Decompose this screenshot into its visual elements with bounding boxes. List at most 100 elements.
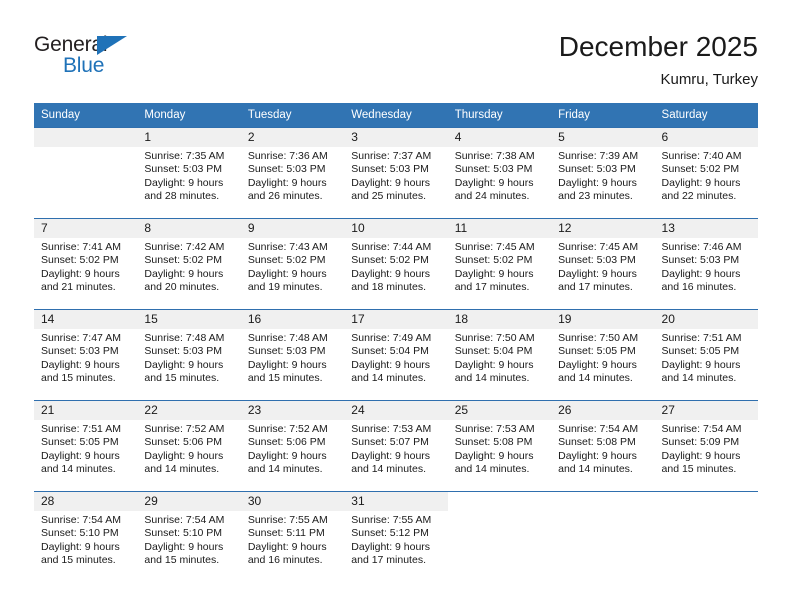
daylight-text-line1: Daylight: 9 hours — [558, 176, 637, 189]
sunset-text: Sunset: 5:06 PM — [247, 436, 326, 449]
sunset-text: Sunset: 5:03 PM — [41, 345, 119, 358]
day-cell-31[interactable]: 31 Sunrise: 7:55 AM Sunset: 5:12 PM Dayligh… — [344, 491, 448, 582]
day-details: Sunrise: 7:38 AM Sunset: 5:03 PM Daylight:… — [448, 147, 551, 204]
day-cell-8[interactable]: 8 Sunrise: 7:42 AM Sunset: 5:02 PM Daylight… — [137, 218, 241, 310]
sunset-text: Sunset: 5:02 PM — [144, 254, 223, 267]
daylight-text-line1: Daylight: 9 hours — [351, 267, 431, 280]
sunrise-text: Sunrise: 7:35 AM — [144, 150, 225, 162]
sunrise-text: Sunrise: 7:52 AM — [144, 423, 225, 435]
day-cell-22[interactable]: 22 Sunrise: 7:52 AM Sunset: 5:06 PM Dayligh… — [137, 400, 241, 492]
day-cell-12[interactable]: 12 Sunrise: 7:45 AM Sunset: 5:03 PM Dayligh… — [551, 218, 655, 310]
day-cell-16[interactable]: 16 Sunrise: 7:48 AM Sunset: 5:03 PM Dayligh… — [240, 309, 345, 401]
general-blue-logo[interactable]: General Blue — [34, 34, 234, 92]
sunset-text: Sunset: 5:10 PM — [41, 527, 119, 540]
daylight-text-line2: and 26 minutes. — [247, 190, 323, 203]
sunrise-text: Sunrise: 7:36 AM — [247, 150, 328, 162]
day-cell-inner: 13 Sunrise: 7:46 AM Sunset: 5:03 PM Dayligh… — [654, 219, 758, 309]
day-cell-28[interactable]: 28 Sunrise: 7:54 AM Sunset: 5:10 PM Dayligh… — [34, 491, 138, 582]
day-cell-empty — [551, 491, 655, 582]
calendar-grid: Sunday Monday Tuesday Wednesday Thursday Frid… — [34, 103, 758, 582]
day-cell-inner: 27 Sunrise: 7:54 AM Sunset: 5:09 PM Dayligh… — [654, 401, 758, 491]
daylight-text-line1: Daylight: 9 hours — [144, 267, 224, 280]
sunset-text: Sunset: 5:02 PM — [661, 163, 740, 176]
day-cell-14[interactable]: 14 Sunrise: 7:47 AM Sunset: 5:03 PM Dayligh… — [34, 309, 138, 401]
daylight-text-line1: Daylight: 9 hours — [144, 449, 224, 462]
day-cell-27[interactable]: 27 Sunrise: 7:54 AM Sunset: 5:09 PM Dayligh… — [654, 400, 758, 492]
sunrise-text: Sunrise: 7:48 AM — [144, 332, 225, 344]
day-details: Sunrise: 7:52 AM Sunset: 5:06 PM Daylight:… — [137, 420, 240, 477]
day-number: 9 — [240, 219, 345, 238]
daylight-text-line2: and 14 minutes. — [558, 372, 633, 385]
day-cell-15[interactable]: 15 Sunrise: 7:48 AM Sunset: 5:03 PM Dayligh… — [137, 309, 241, 401]
sunset-text: Sunset: 5:02 PM — [351, 254, 429, 267]
daylight-text-line2: and 14 minutes. — [558, 463, 633, 476]
daylight-text-line1: Daylight: 9 hours — [558, 358, 637, 371]
sunset-text: Sunset: 5:03 PM — [661, 254, 740, 267]
sunrise-text: Sunrise: 7:42 AM — [144, 241, 225, 253]
day-cell-inner: 10 Sunrise: 7:44 AM Sunset: 5:02 PM Dayligh… — [344, 219, 448, 309]
sunrise-text: Sunrise: 7:38 AM — [454, 150, 535, 162]
sunset-text: Sunset: 5:03 PM — [144, 163, 223, 176]
daylight-text-line2: and 17 minutes. — [558, 281, 633, 294]
daylight-text-line1: Daylight: 9 hours — [454, 358, 534, 371]
sunset-text: Sunset: 5:03 PM — [351, 163, 429, 176]
day-cell-29[interactable]: 29 Sunrise: 7:54 AM Sunset: 5:10 PM Dayligh… — [137, 491, 241, 582]
calendar-page: General Blue December 2025 Kumru, Turkey… — [0, 0, 792, 612]
daylight-text-line1: Daylight: 9 hours — [351, 540, 431, 553]
sunrise-text: Sunrise: 7:55 AM — [351, 514, 432, 526]
day-cell-11[interactable]: 11 Sunrise: 7:45 AM Sunset: 5:02 PM Dayligh… — [447, 218, 552, 310]
day-cell-9[interactable]: 9 Sunrise: 7:43 AM Sunset: 5:02 PM Daylight… — [240, 218, 345, 310]
weekday-header-monday: Monday — [137, 103, 241, 128]
day-cell-4[interactable]: 4 Sunrise: 7:38 AM Sunset: 5:03 PM Daylight… — [447, 127, 552, 219]
day-cell-3[interactable]: 3 Sunrise: 7:37 AM Sunset: 5:03 PM Daylight… — [344, 127, 448, 219]
calendar-week-row: 1 Sunrise: 7:35 AM Sunset: 5:03 PM Daylight… — [34, 127, 758, 219]
day-cell-26[interactable]: 26 Sunrise: 7:54 AM Sunset: 5:08 PM Dayligh… — [551, 400, 655, 492]
day-cell-10[interactable]: 10 Sunrise: 7:44 AM Sunset: 5:02 PM Dayligh… — [344, 218, 448, 310]
daylight-text-line2: and 21 minutes. — [41, 281, 116, 294]
day-cell-1[interactable]: 1 Sunrise: 7:35 AM Sunset: 5:03 PM Daylight… — [137, 127, 241, 219]
sunset-text: Sunset: 5:04 PM — [351, 345, 429, 358]
sunset-text: Sunset: 5:05 PM — [661, 345, 740, 358]
sunrise-text: Sunrise: 7:45 AM — [454, 241, 535, 253]
daylight-text-line2: and 17 minutes. — [351, 554, 426, 567]
day-cell-24[interactable]: 24 Sunrise: 7:53 AM Sunset: 5:07 PM Dayligh… — [344, 400, 448, 492]
daylight-text-line2: and 15 minutes. — [144, 554, 220, 567]
title-block: December 2025 Kumru, Turkey — [559, 30, 758, 90]
day-cell-20[interactable]: 20 Sunrise: 7:51 AM Sunset: 5:05 PM Dayligh… — [654, 309, 758, 401]
day-details: Sunrise: 7:45 AM Sunset: 5:03 PM Daylight:… — [551, 238, 654, 295]
page-subtitle-location: Kumru, Turkey — [660, 71, 758, 88]
day-cell-2[interactable]: 2 Sunrise: 7:36 AM Sunset: 5:03 PM Daylight… — [240, 127, 345, 219]
day-details: Sunrise: 7:51 AM Sunset: 5:05 PM Daylight:… — [655, 329, 758, 386]
day-number: 18 — [447, 310, 552, 329]
weekday-header-saturday: Saturday — [654, 103, 758, 128]
day-cell-6[interactable]: 6 Sunrise: 7:40 AM Sunset: 5:02 PM Daylight… — [654, 127, 758, 219]
calendar-week-row: 21 Sunrise: 7:51 AM Sunset: 5:05 PM Dayligh… — [34, 400, 758, 492]
sunset-text: Sunset: 5:12 PM — [351, 527, 429, 540]
day-number: 13 — [654, 219, 758, 238]
day-cell-19[interactable]: 19 Sunrise: 7:50 AM Sunset: 5:05 PM Dayligh… — [551, 309, 655, 401]
sunrise-text: Sunrise: 7:48 AM — [247, 332, 328, 344]
day-number: 10 — [344, 219, 448, 238]
daylight-text-line2: and 14 minutes. — [41, 463, 116, 476]
daylight-text-line1: Daylight: 9 hours — [247, 267, 327, 280]
day-cell-25[interactable]: 25 Sunrise: 7:53 AM Sunset: 5:08 PM Dayligh… — [447, 400, 552, 492]
day-cell-21[interactable]: 21 Sunrise: 7:51 AM Sunset: 5:05 PM Dayligh… — [34, 400, 138, 492]
sunrise-text: Sunrise: 7:43 AM — [247, 241, 328, 253]
daylight-text-line1: Daylight: 9 hours — [454, 267, 534, 280]
day-cell-13[interactable]: 13 Sunrise: 7:46 AM Sunset: 5:03 PM Dayligh… — [654, 218, 758, 310]
day-cell-inner: 29 Sunrise: 7:54 AM Sunset: 5:10 PM Dayligh… — [137, 492, 241, 582]
day-cell-18[interactable]: 18 Sunrise: 7:50 AM Sunset: 5:04 PM Dayligh… — [447, 309, 552, 401]
day-cell-7[interactable]: 7 Sunrise: 7:41 AM Sunset: 5:02 PM Daylight… — [34, 218, 138, 310]
day-cell-23[interactable]: 23 Sunrise: 7:52 AM Sunset: 5:06 PM Dayligh… — [240, 400, 345, 492]
day-cell-30[interactable]: 30 Sunrise: 7:55 AM Sunset: 5:11 PM Dayligh… — [240, 491, 345, 582]
day-cell-17[interactable]: 17 Sunrise: 7:49 AM Sunset: 5:04 PM Dayligh… — [344, 309, 448, 401]
sunset-text: Sunset: 5:03 PM — [247, 163, 326, 176]
day-cell-5[interactable]: 5 Sunrise: 7:39 AM Sunset: 5:03 PM Daylight… — [551, 127, 655, 219]
day-cell-inner: 31 Sunrise: 7:55 AM Sunset: 5:12 PM Dayligh… — [344, 492, 448, 582]
day-number: 20 — [654, 310, 758, 329]
sunset-text: Sunset: 5:03 PM — [558, 163, 636, 176]
daylight-text-line2: and 14 minutes. — [247, 463, 323, 476]
day-details: Sunrise: 7:55 AM Sunset: 5:11 PM Daylight:… — [241, 511, 344, 568]
day-number: 8 — [137, 219, 241, 238]
sunrise-text: Sunrise: 7:53 AM — [351, 423, 432, 435]
